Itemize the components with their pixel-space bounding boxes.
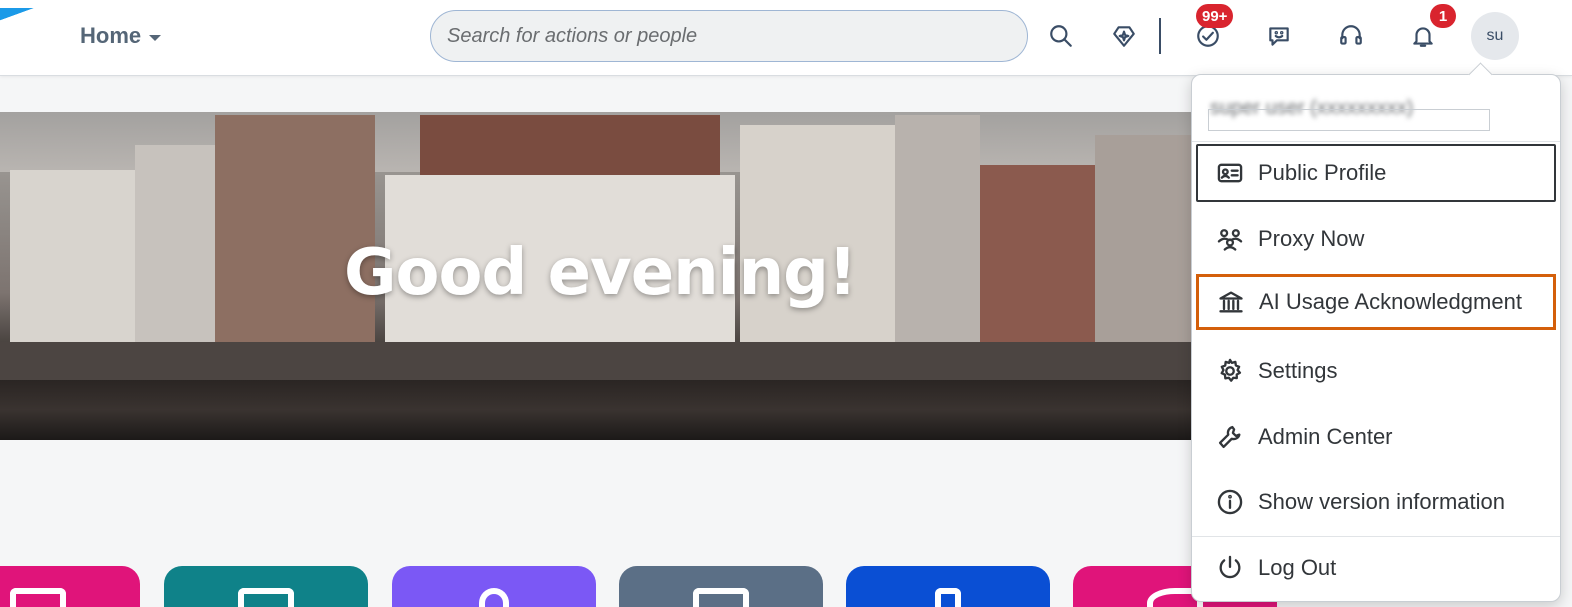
menu-item-label: Show version information — [1258, 489, 1506, 514]
search-input[interactable] — [447, 24, 1027, 48]
headset-icon — [1340, 25, 1362, 45]
tile-icon — [10, 588, 66, 607]
user-name-header: super user (xxxxxxxxx) — [1206, 95, 1490, 133]
chat-smile-icon — [1269, 27, 1289, 46]
gear-icon — [1220, 358, 1242, 382]
greeting-heading: Good evening! — [344, 236, 857, 310]
menu-item-label: Settings — [1258, 358, 1338, 383]
feedback-button[interactable] — [1259, 16, 1299, 56]
quick-action-tile[interactable] — [619, 566, 823, 607]
bell-icon — [1413, 27, 1433, 47]
avatar[interactable]: su — [1471, 12, 1519, 60]
menu-item-label: Proxy Now — [1258, 226, 1365, 251]
tile-icon — [693, 588, 749, 607]
header-separator — [1159, 18, 1161, 54]
tile-icon — [238, 588, 294, 607]
menu-item-settings[interactable]: Settings — [1196, 342, 1556, 400]
quick-action-tile[interactable] — [0, 566, 140, 607]
menu-item-label: AI Usage Acknowledgment — [1259, 289, 1522, 314]
tile-icon — [935, 588, 961, 607]
info-icon — [1217, 489, 1243, 515]
power-icon — [1219, 555, 1241, 579]
menu-divider — [1192, 536, 1560, 537]
search-field[interactable] — [430, 10, 1028, 62]
support-button[interactable] — [1331, 16, 1371, 56]
proxy-users-icon — [1217, 229, 1243, 251]
tile-icon — [479, 588, 509, 607]
tasks-badge: 99+ — [1196, 4, 1234, 28]
shell-bar: Home 99+ 1 su — [0, 0, 1572, 76]
menu-item-label: Admin Center — [1258, 424, 1393, 449]
menu-item-label: Log Out — [1258, 555, 1337, 580]
menu-item-ai-usage-acknowledgment[interactable]: AI Usage Acknowledgment — [1196, 274, 1556, 330]
quick-action-tile[interactable] — [392, 566, 596, 607]
home-menu-label: Home — [80, 23, 142, 48]
menu-item-show-version-information[interactable]: Show version information — [1196, 473, 1556, 531]
menu-divider — [1192, 141, 1560, 142]
wrench-icon — [1218, 425, 1241, 449]
menu-item-label: Public Profile — [1258, 160, 1387, 185]
institution-icon — [1219, 291, 1243, 313]
diamond-sparkle-icon — [1113, 26, 1135, 47]
profile-card-icon — [1217, 163, 1243, 183]
search-icon — [1050, 25, 1072, 47]
hero-banner: Good evening! — [0, 112, 1200, 440]
chevron-down-icon — [149, 34, 162, 41]
quick-action-tile[interactable] — [164, 566, 368, 607]
user-menu-popover: super user (xxxxxxxxx) Public Profile Pr… — [1191, 74, 1561, 602]
joule-button[interactable] — [1104, 16, 1144, 56]
search-button[interactable] — [1041, 16, 1081, 56]
menu-item-log-out[interactable]: Log Out — [1196, 539, 1556, 597]
menu-item-proxy-now[interactable]: Proxy Now — [1196, 210, 1556, 268]
notifications-badge: 1 — [1430, 4, 1456, 28]
menu-item-admin-center[interactable]: Admin Center — [1196, 408, 1556, 466]
company-logo[interactable] — [0, 0, 36, 60]
quick-action-tile[interactable] — [846, 566, 1050, 607]
home-menu-button[interactable]: Home — [80, 20, 162, 52]
menu-item-public-profile[interactable]: Public Profile — [1196, 144, 1556, 202]
